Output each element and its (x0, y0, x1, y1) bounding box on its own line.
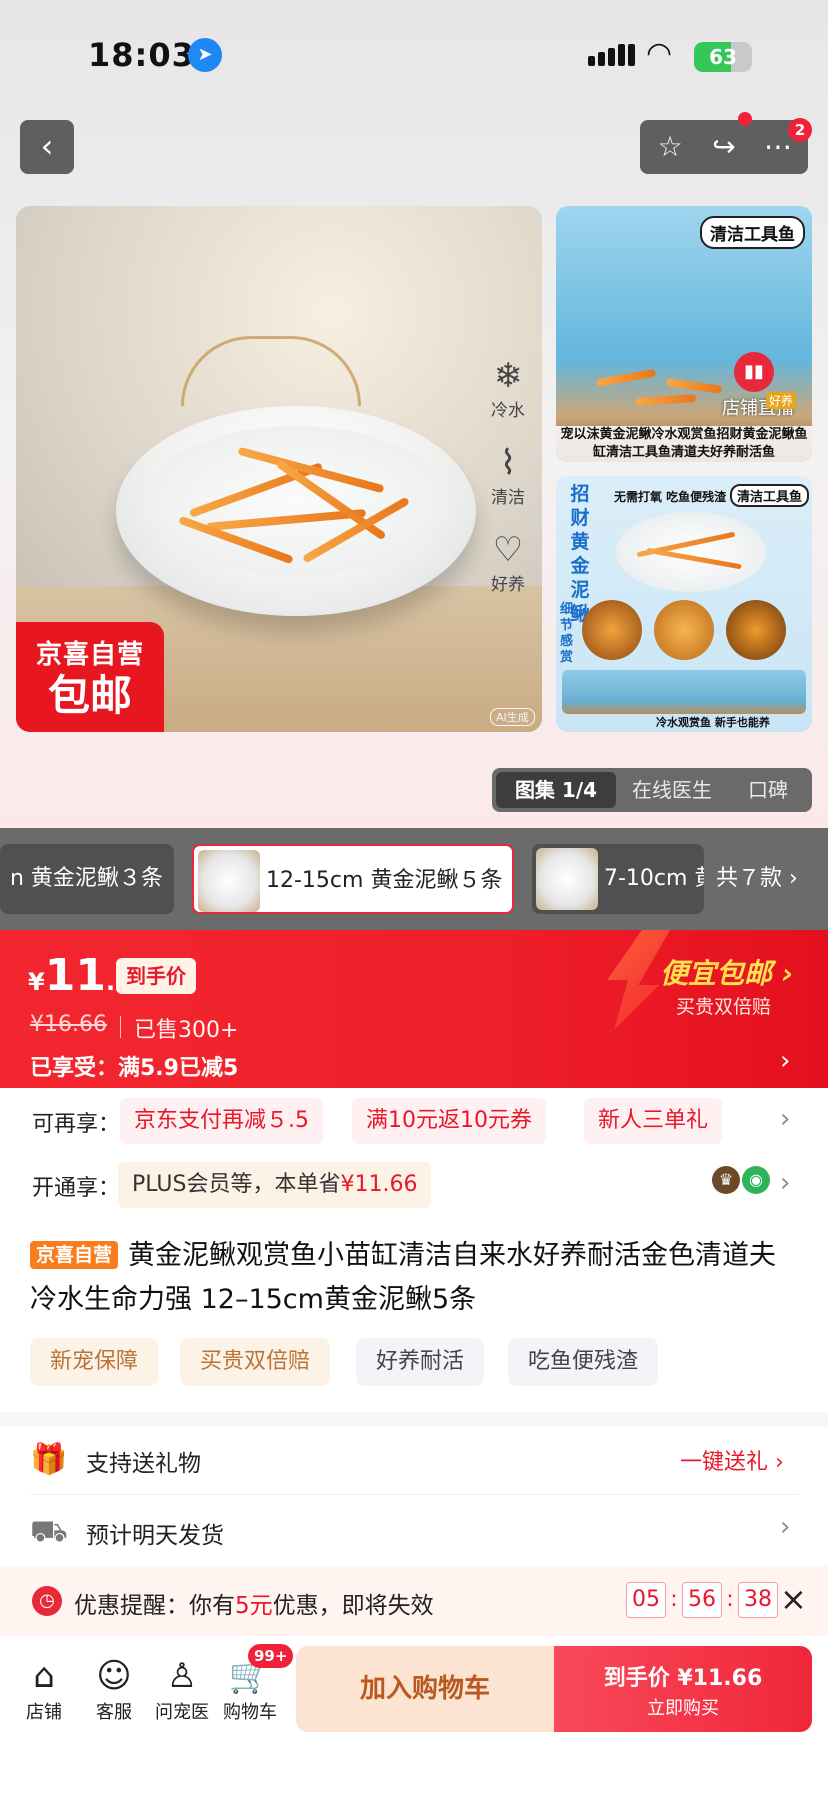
variant-option-selected[interactable]: 12-15cm 黄金泥鳅５条 (192, 844, 514, 914)
bottom-action-bar: ⌂ 店铺 ☺ 客服 ♙ 问宠医 🛒 购物车 99+ 加入购物车 到手价 ¥11.… (0, 1636, 828, 1795)
doctor-icon: ♙ (166, 1656, 198, 1696)
variant-label: n 黄金泥鳅３条 (10, 866, 163, 891)
broom-icon: ⌇ (499, 443, 517, 483)
thumbnail-caption: 宠以沫黄金泥鳅冷水观赏鱼招财黄金泥鳅鱼缸清洁工具鱼清道夫好养耐活鱼 (556, 426, 812, 462)
to-hand-price-label: 到手价 (116, 958, 196, 994)
more-badge: 2 (788, 118, 812, 142)
signal-icon (588, 44, 638, 66)
bag-icon: ◉ (742, 1166, 770, 1194)
cloud-ornament (181, 336, 361, 406)
ai-generated-tag: AI生成 (490, 708, 535, 726)
extra-offers-row[interactable]: 可再享： 京东支付再减５.5 满10元返10元券 新人三单礼 › (0, 1092, 828, 1152)
thumbnail-top-text: 无需打氧 吃鱼便残渣 (614, 490, 727, 504)
nav-pet-doctor[interactable]: ♙ 问宠医 (150, 1654, 214, 1724)
nav-store[interactable]: ⌂ 店铺 (12, 1654, 76, 1724)
speech-bubble-2: 清洁工具鱼 (730, 484, 810, 507)
notification-dot (738, 112, 752, 126)
thumbnail-bottom-text: 冷水观赏鱼 新手也能养 (656, 716, 770, 729)
variant-label: 7-10cm 黄 (604, 866, 704, 891)
shipping-row[interactable]: ⛟ 预计明天发货 › (0, 1496, 828, 1568)
shipping-text: 预计明天发货 (86, 1523, 224, 1549)
close-icon[interactable]: × (780, 1580, 807, 1618)
chat-icon: ☺ (96, 1656, 132, 1696)
plus-label: 开通享： (32, 1176, 121, 1201)
main-product-image[interactable]: ❄ 冷水 ⌇ 清洁 ♡ 好养 京喜自营 包邮 AI生成 (16, 206, 542, 732)
clock-icon: ◷ (32, 1586, 62, 1616)
status-bar: 18:03 ➤ ◠ 63 (0, 36, 828, 76)
speech-bubble: 清洁工具鱼 (700, 216, 805, 249)
add-to-cart-button[interactable]: 加入购物车 (296, 1646, 554, 1732)
plus-chip[interactable]: PLUS会员等，本单省¥11.66 (118, 1162, 432, 1208)
product-title: 京喜自营 黄金泥鳅观赏鱼小苗缸清洁自来水好养耐活金色清道夫冷水生命力强 12–15… (30, 1240, 777, 1315)
wifi-icon: ◠ (646, 36, 673, 71)
store-tag: 京喜自营 (30, 1241, 119, 1269)
tab-online-doctor[interactable]: 在线医生 (632, 768, 712, 812)
thumbnail-2[interactable]: 招财黄金泥鳅 无需打氧 吃鱼便残渣 清洁工具鱼 细节感赏 冷水观赏鱼 新手也能养 (556, 476, 812, 732)
self-operated-badge: 京喜自营 包邮 (16, 622, 164, 732)
thermometer-icon: ❄ (493, 356, 523, 396)
price-banner: ¥11.66 到手价 ¥16.66 已售300+ 已享受：满5.9已减5 › 便… (0, 930, 828, 1088)
chevron-right-icon[interactable]: › (780, 1512, 790, 1542)
sold-count: 已售300+ (134, 1018, 239, 1043)
feature-icons: ❄ 冷水 ⌇ 清洁 ♡ 好养 (478, 356, 538, 617)
discount-applied[interactable]: 已享受：满5.9已减5 (30, 1050, 238, 1082)
back-button[interactable]: ‹ (20, 120, 74, 174)
chevron-right-icon[interactable]: › (780, 1168, 790, 1198)
gift-row[interactable]: 🎁 支持送礼物 一键送礼 › (0, 1424, 828, 1496)
timer-hours: 05 (626, 1582, 666, 1618)
truck-icon: ⛟ (30, 1514, 68, 1549)
countdown-timer: 05:56:38 (626, 1582, 778, 1620)
price-guarantee: 买贵双倍赔 (676, 996, 772, 1018)
coupon-chip[interactable]: 京东支付再减５.5 (120, 1098, 323, 1144)
gift-icon: 🎁 (30, 1442, 68, 1477)
tab-reviews[interactable]: 口碑 (748, 768, 788, 812)
chevron-right-icon[interactable]: › (780, 1046, 790, 1076)
chevron-right-icon[interactable]: › (780, 1104, 790, 1134)
fish-bowl (116, 406, 476, 616)
timer-minutes: 56 (682, 1582, 722, 1618)
reminder-text: 优惠提醒：你有5元优惠，即将失效 (74, 1593, 434, 1619)
product-tag: 吃鱼便残渣 (508, 1338, 659, 1386)
coupon-chip[interactable]: 新人三单礼 (584, 1098, 723, 1144)
status-time: 18:03 (88, 36, 195, 74)
favorite-star-icon[interactable]: ☆ (644, 120, 696, 174)
crown-icon: ♛ (712, 1166, 740, 1194)
share-icon[interactable]: ↪ (698, 120, 750, 174)
product-tag: 买贵双倍赔 (180, 1338, 331, 1386)
gift-text: 支持送礼物 (86, 1451, 201, 1477)
thumbnail-1[interactable]: 清洁工具鱼 ▮▮ 店铺直播 好养 宠以沫黄金泥鳅冷水观赏鱼招财黄金泥鳅鱼缸清洁工… (556, 206, 812, 462)
variant-thumbnail (198, 850, 260, 912)
top-area: 18:03 ➤ ◠ 63 ‹ ☆ ↪ ⋯ 2 ❄ 冷水 ⌇ 清洁 ♡ 好养 京喜… (0, 0, 828, 828)
header-actions: ☆ ↪ ⋯ (640, 120, 808, 174)
tab-gallery[interactable]: 图集 1/4 (496, 772, 616, 808)
detail-label: 细节感赏 (560, 602, 574, 665)
coupon-chip[interactable]: 满10元返10元券 (352, 1098, 546, 1144)
variant-label: 12-15cm 黄金泥鳅５条 (266, 868, 503, 893)
original-price: ¥16.66 (30, 1012, 107, 1037)
send-gift-link[interactable]: 一键送礼 › (680, 1444, 784, 1476)
variant-count-link[interactable]: 共７款 › (716, 844, 798, 914)
product-tag: 新宠保障 (30, 1338, 159, 1386)
gallery-tabs: 图集 1/4 在线医生 口碑 (492, 768, 812, 812)
plus-row[interactable]: 开通享： PLUS会员等，本单省¥11.66 ♛ ◉ › (0, 1156, 828, 1216)
battery-icon: 63 (694, 42, 752, 72)
cheap-shipping-link[interactable]: 便宜包邮 › (660, 952, 793, 992)
timer-seconds: 38 (738, 1582, 778, 1618)
discount-reminder: ◷ 优惠提醒：你有5元优惠，即将失效 05:56:38 × (0, 1566, 828, 1636)
fish-bowl-icon: ♡ (492, 530, 524, 570)
variant-option[interactable]: n 黄金泥鳅３条 (0, 844, 174, 914)
live-icon: ▮▮ (734, 352, 774, 392)
variant-option[interactable]: 7-10cm 黄 (532, 844, 704, 914)
offers-label: 可再享： (32, 1112, 121, 1137)
buy-now-button[interactable]: 到手价 ¥11.66 立即购买 (554, 1646, 812, 1732)
nav-customer-service[interactable]: ☺ 客服 (82, 1654, 146, 1724)
store-icon: ⌂ (33, 1656, 55, 1696)
variant-thumbnail (536, 848, 598, 910)
live-tag: 好养 (766, 392, 797, 409)
product-tag: 好养耐活 (356, 1338, 485, 1386)
cart-badge: 99+ (248, 1644, 294, 1668)
variant-strip: n 黄金泥鳅３条 12-15cm 黄金泥鳅５条 7-10cm 黄 共７款 › (0, 828, 828, 930)
location-icon: ➤ (188, 38, 222, 72)
plus-icons: ♛ ◉ (712, 1166, 772, 1194)
